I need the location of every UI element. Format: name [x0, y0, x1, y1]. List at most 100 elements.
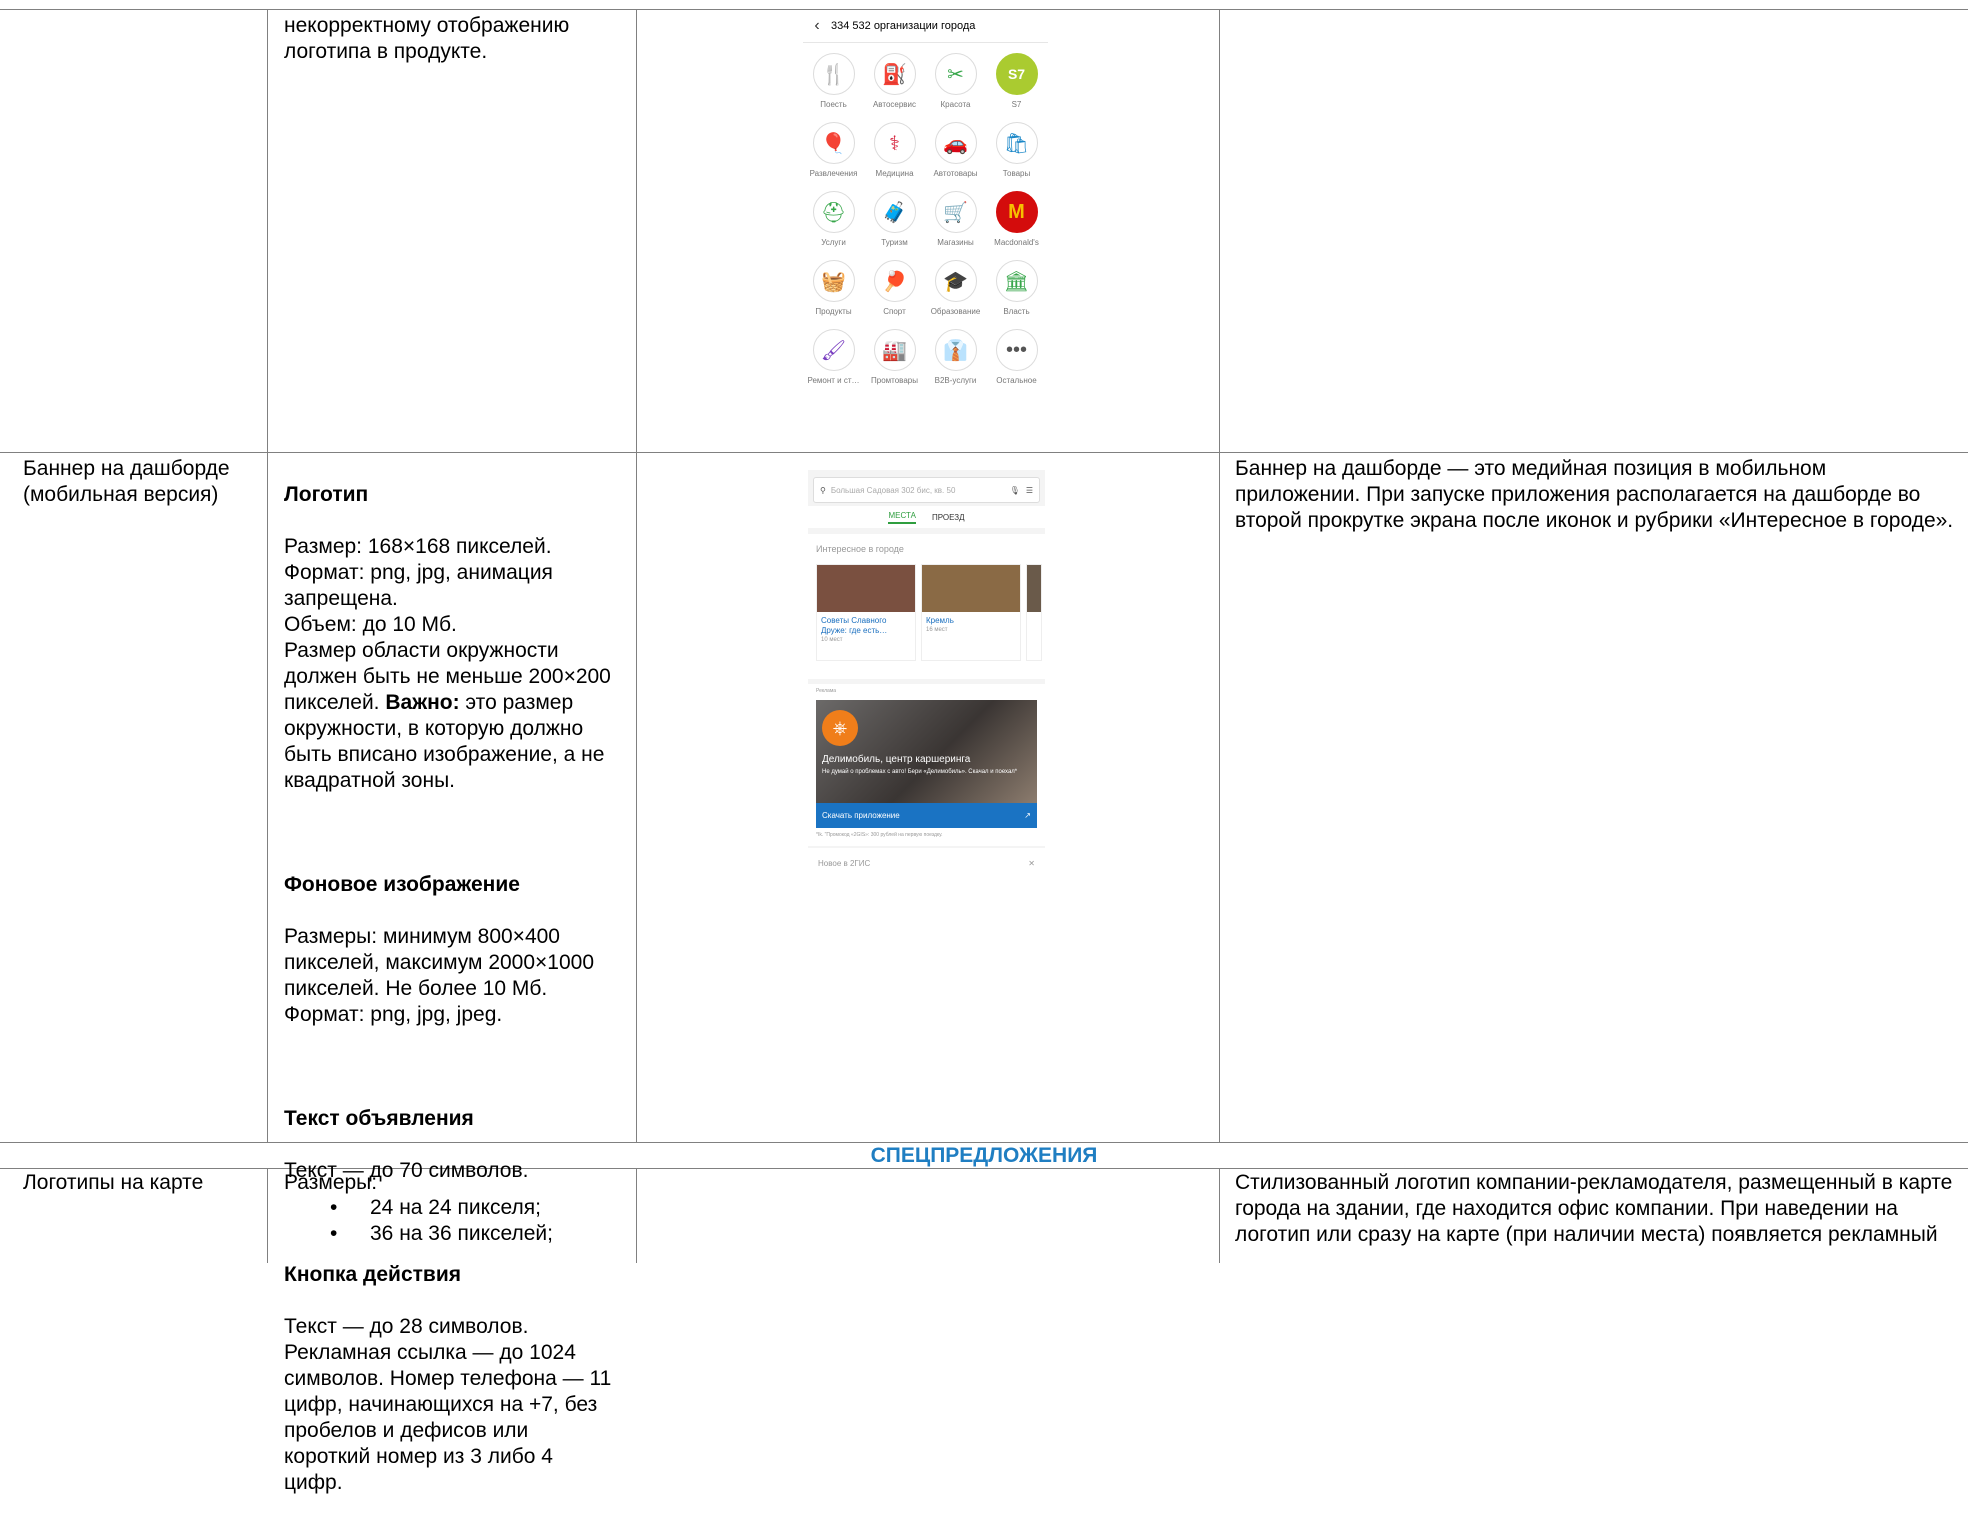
list-item: 36 на 36 пикселей;: [330, 1221, 553, 1247]
card-meta: 10 мест: [821, 637, 843, 643]
logo-heading: Логотип: [284, 483, 369, 506]
rubric-icon: 🎈: [812, 122, 855, 164]
ad-text-heading: Текст объявления: [284, 1107, 474, 1130]
interesting-card[interactable]: Советы Славного Друже: где есть… 10 мест: [816, 564, 916, 661]
important-label: Важно:: [385, 691, 460, 714]
rubric-label: Власть: [1003, 307, 1030, 316]
interesting-card[interactable]: Кремль 16 мест: [921, 564, 1021, 661]
rubric-tile[interactable]: M Macdonald's: [986, 191, 1047, 260]
column-divider: [1219, 9, 1220, 1142]
rubric-label: Промтовары: [871, 376, 918, 385]
rubric-label: Спорт: [883, 307, 906, 316]
rubric-tile[interactable]: 🎓 Образование: [925, 260, 986, 329]
card-title: Советы Славного Друже: где есть…: [821, 616, 888, 635]
column-divider: [267, 1168, 268, 1263]
rubric-icon: 🍴: [812, 53, 855, 95]
rubric-tile[interactable]: 🧳 Туризм: [864, 191, 925, 260]
row3-sizes-title: Размеры:: [284, 1171, 378, 1194]
rubric-icon: 🧺: [812, 260, 855, 302]
row2-description: Баннер на дашборде — это медийная позици…: [1235, 457, 1954, 532]
rubric-tile[interactable]: 🧺 Продукты: [803, 260, 864, 329]
column-divider: [636, 1168, 637, 1263]
rubric-label: B2B-услуги: [934, 376, 977, 385]
search-placeholder: Большая Садовая 302 бис, кв. 50: [830, 485, 956, 495]
rubric-icon: 🧳: [873, 191, 916, 233]
chevron-left-icon[interactable]: ‹: [803, 17, 831, 35]
card-meta: 16 мест: [926, 627, 948, 633]
rubric-tile[interactable]: ⛽ Автосервис: [864, 53, 925, 122]
row3-format-name: Логотипы на карте: [23, 1171, 204, 1194]
rubric-icon: 🚗: [934, 122, 977, 164]
rubric-tile[interactable]: 🏛 Власть: [986, 260, 1047, 329]
banner-background-image: ⎈ Делимобиль, центр каршеринга Не думай …: [816, 700, 1037, 803]
rubric-tile[interactable]: 🛍 Товары: [986, 122, 1047, 191]
tab-places[interactable]: МЕСТА: [888, 511, 916, 524]
card-photo: [817, 565, 915, 612]
rubric-icon: 🛒: [934, 191, 977, 233]
rubric-tile[interactable]: 🍴 Поесть: [803, 53, 864, 122]
action-button-heading: Кнопка действия: [284, 1263, 461, 1286]
rubric-label: Товары: [1002, 169, 1031, 178]
tab-route[interactable]: ПРОЕЗД: [932, 513, 965, 522]
rubric-icon: ⛽: [873, 53, 916, 95]
close-icon[interactable]: ✕: [1028, 859, 1035, 868]
banner-footnote: *Ik. "Промокод «2GIS»: 300 рублей на пер…: [816, 832, 943, 838]
interesting-section: Интересное в городе Советы Славного Друж…: [808, 534, 1045, 679]
external-link-icon: ↗: [1024, 811, 1031, 820]
dashboard-banner[interactable]: Реклама ⎈ Делимобиль, центр каршеринга Н…: [808, 684, 1045, 846]
banner-text: Не думай о проблемах с авто! Бери «Делим…: [822, 769, 1018, 775]
list-item: 24 на 24 пикселя;: [330, 1195, 553, 1221]
download-app-button[interactable]: Скачать приложение ↗: [816, 803, 1037, 828]
rubric-label: Услуги: [821, 238, 846, 247]
rubric-icon: 🏓: [873, 260, 916, 302]
dashboard-phone-screenshot: ⚲ Большая Садовая 302 бис, кв. 50 🎙 ☰ МЕ…: [808, 470, 1045, 878]
rubric-label: Магазины: [937, 238, 974, 247]
rubric-tile[interactable]: ✂ Красота: [925, 53, 986, 122]
rubric-label: Медицина: [875, 169, 914, 178]
row-divider: [0, 452, 1968, 453]
rubric-tile[interactable]: ••• Остальное: [986, 329, 1047, 398]
rubric-label: Поесть: [820, 100, 847, 109]
download-app-label: Скачать приложение: [822, 811, 900, 820]
rubric-tile[interactable]: ⚕ Медицина: [864, 122, 925, 191]
rubric-label: Macdonald's: [994, 238, 1039, 247]
search-input[interactable]: ⚲ Большая Садовая 302 бис, кв. 50 🎙 ☰: [813, 477, 1040, 503]
card-photo: [922, 565, 1020, 612]
rubric-icon: 👔: [934, 329, 977, 371]
rubric-tile[interactable]: 🎈 Развлечения: [803, 122, 864, 191]
rubric-tile[interactable]: 👔 B2B-услуги: [925, 329, 986, 398]
row2-requirements: Логотип Размер: 168×168 пикселей. Формат…: [284, 456, 629, 1522]
action-button-requirements: Текст — до 28 символов. Рекламная ссылка…: [284, 1315, 612, 1494]
rubric-tile[interactable]: 🚗 Автотовары: [925, 122, 986, 191]
row2-format-name: Баннер на дашборде (мобильная версия): [23, 457, 230, 506]
rubric-label: Автотовары: [933, 169, 978, 178]
background-heading: Фоновое изображение: [284, 873, 520, 896]
rubric-label: Автосервис: [872, 100, 917, 109]
rubric-icon: ⚕: [873, 122, 916, 164]
background-requirements: Размеры: минимум 800×400 пикселей, макси…: [284, 925, 595, 1026]
rubric-tile[interactable]: 🏭 Промтовары: [864, 329, 925, 398]
phone-header-title: 334 532 организации города: [831, 20, 976, 32]
ad-label: Реклама: [816, 688, 837, 694]
row3-description: Стилизованный логотип компании-рекламода…: [1235, 1171, 1953, 1246]
rubric-tile[interactable]: 🖌 Ремонт и ст…: [803, 329, 864, 398]
menu-icon[interactable]: ☰: [1026, 486, 1033, 495]
rubric-label: Красота: [940, 100, 971, 109]
rubric-tile[interactable]: 🏓 Спорт: [864, 260, 925, 329]
logo-requirements: Размер: 168×168 пикселей. Формат: png, j…: [284, 534, 629, 794]
rubric-tile[interactable]: ⛑ Услуги: [803, 191, 864, 260]
rubric-tile[interactable]: S7 S7: [986, 53, 1047, 122]
rubric-icon: ✂: [934, 53, 977, 95]
rubric-label: S7: [1011, 100, 1022, 109]
rubric-icon: 🎓: [934, 260, 977, 302]
rubric-icon: 🖌: [812, 329, 855, 371]
rubric-tile[interactable]: 🛒 Магазины: [925, 191, 986, 260]
column-divider: [636, 9, 637, 1142]
column-divider: [1219, 1168, 1220, 1263]
microphone-icon[interactable]: 🎙: [1010, 486, 1020, 495]
rubric-icon: 🛍: [995, 122, 1038, 164]
rubric-label: Туризм: [881, 238, 908, 247]
rubric-grid: 🍴 Поесть ⛽ Автосервис ✂ Красота S7 S7 🎈 Развлечен…: [803, 43, 1048, 398]
interesting-card-partial[interactable]: [1026, 564, 1042, 661]
rubric-icon: •••: [995, 329, 1038, 371]
